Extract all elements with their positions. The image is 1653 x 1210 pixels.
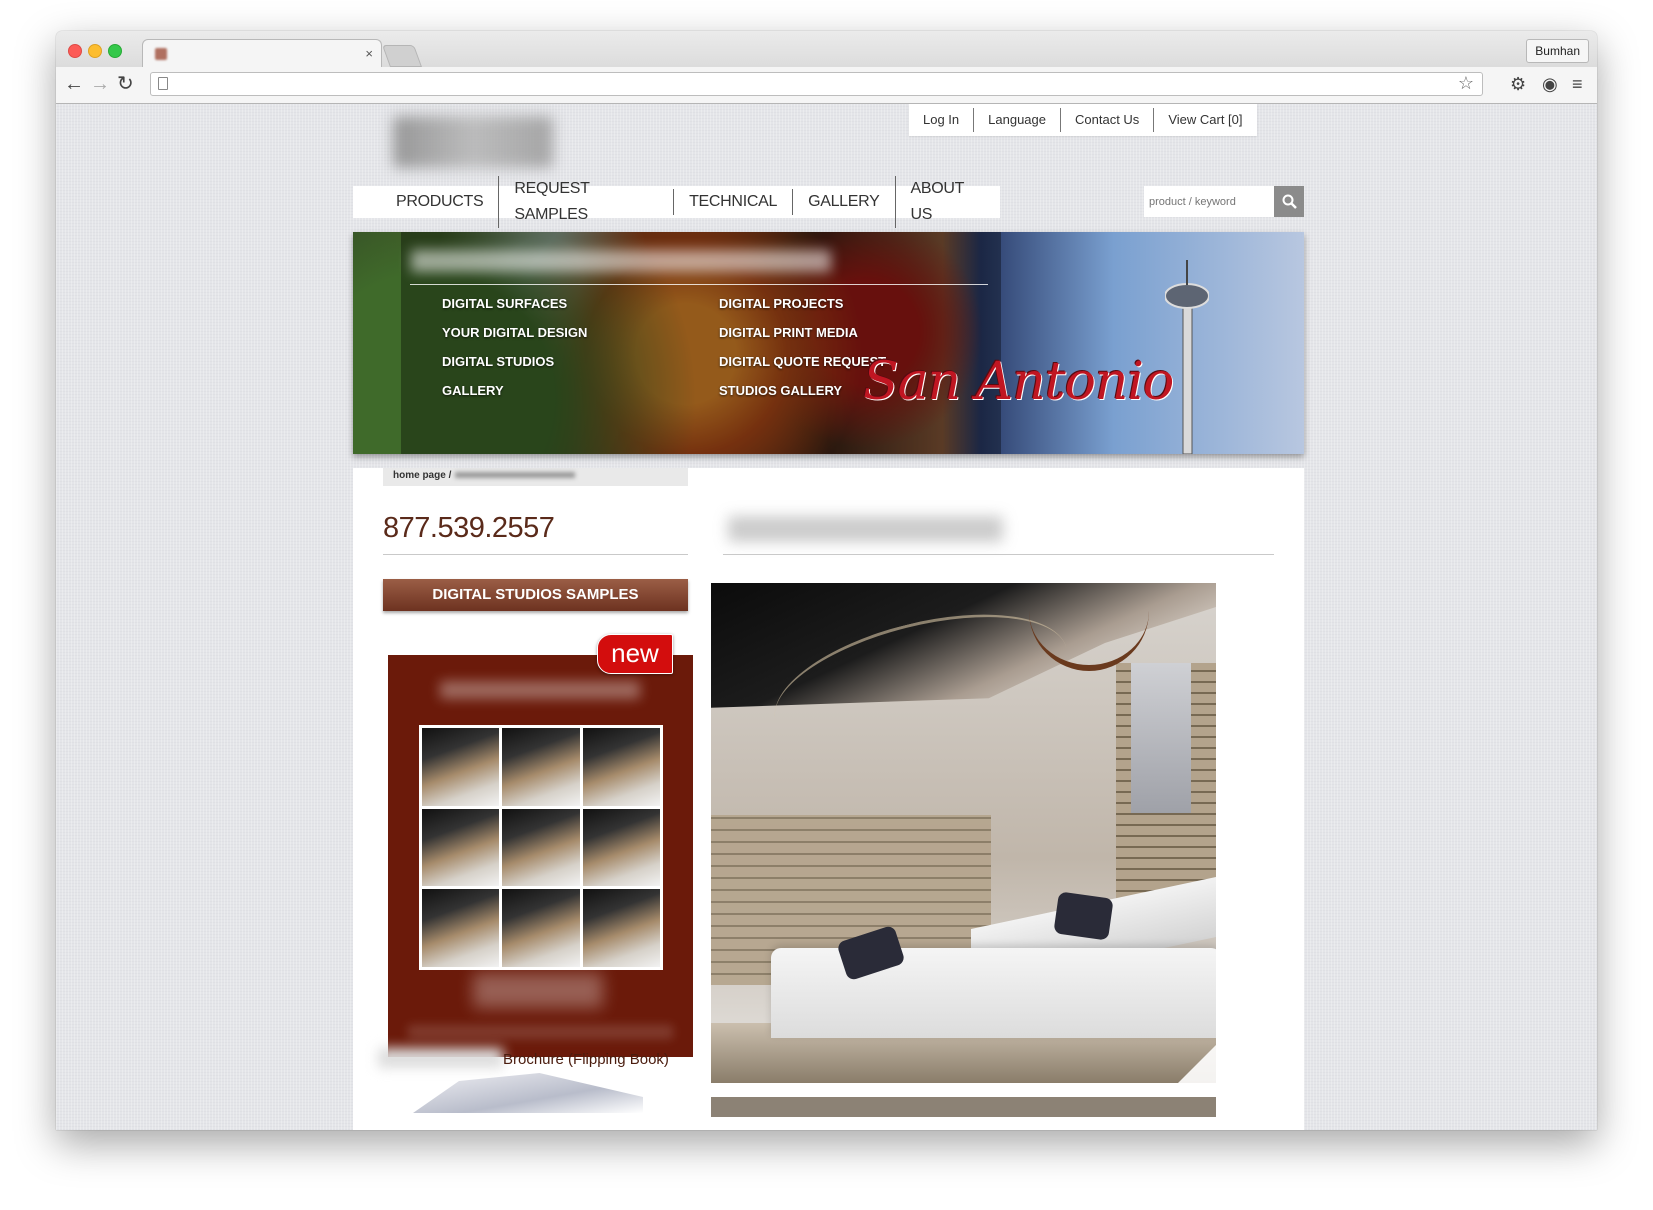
browser-window: × Bumhan ← → ↻ ☆ ⚙ ◉ ≡ Log In Language C… — [56, 31, 1597, 1130]
sofa — [771, 948, 1216, 1038]
banner-title — [411, 250, 831, 272]
nav-products[interactable]: PRODUCTS — [353, 189, 498, 215]
browser-tab[interactable]: × — [142, 39, 382, 68]
promo-brochure-card[interactable] — [388, 655, 693, 1057]
banner-link-gallery[interactable]: GALLERY — [442, 383, 504, 398]
main-product-image[interactable] — [711, 583, 1216, 1083]
tab-close-icon[interactable]: × — [365, 46, 373, 61]
grid-tile — [502, 808, 580, 887]
utility-nav: Log In Language Contact Us View Cart [0] — [909, 104, 1257, 136]
grid-tile — [502, 889, 580, 967]
promo-subtitle — [473, 973, 603, 1008]
banner-link-digital-projects[interactable]: DIGITAL PROJECTS — [719, 296, 843, 311]
breadcrumb-current — [455, 472, 576, 479]
search-input[interactable] — [1144, 186, 1274, 217]
forward-arrow-icon[interactable]: → — [90, 73, 110, 95]
new-tab-button[interactable] — [381, 45, 423, 67]
window-blinds — [1131, 663, 1191, 813]
minimize-window-button[interactable] — [88, 44, 102, 58]
banner-link-digital-print-media[interactable]: DIGITAL PRINT MEDIA — [719, 325, 858, 340]
browser-toolbar: ← → ↻ ☆ ⚙ ◉ ≡ — [56, 67, 1597, 104]
banner-link-digital-quote-request[interactable]: DIGITAL QUOTE REQUEST — [719, 354, 886, 369]
banner-link-studios-gallery[interactable]: STUDIOS GALLERY — [719, 383, 842, 398]
zoom-window-button[interactable] — [108, 44, 122, 58]
language-link[interactable]: Language — [973, 108, 1060, 132]
close-window-button[interactable] — [68, 44, 82, 58]
second-product-image[interactable] — [711, 1097, 1216, 1117]
breadcrumb-home-link[interactable]: home page / — [393, 470, 451, 481]
settings-gear-icon[interactable]: ⚙ — [1510, 73, 1526, 95]
menu-icon[interactable]: ≡ — [1572, 73, 1583, 95]
banner-link-digital-surfaces[interactable]: DIGITAL SURFACES — [442, 296, 567, 311]
view-cart-link[interactable]: View Cart [0] — [1153, 108, 1256, 132]
left-divider — [383, 554, 688, 555]
banner-link-digital-studios[interactable]: DIGITAL STUDIOS — [442, 354, 554, 369]
title-bar: × Bumhan — [56, 31, 1597, 68]
pillow — [1053, 891, 1114, 941]
pocket-icon[interactable]: ◉ — [1542, 73, 1558, 95]
hero-banner: DIGITAL SURFACES YOUR DIGITAL DESIGN DIG… — [353, 232, 1304, 454]
page-viewport: Log In Language Contact Us View Cart [0]… — [56, 104, 1597, 1130]
right-divider — [723, 554, 1274, 555]
nav-request-samples[interactable]: REQUEST SAMPLES — [498, 176, 673, 228]
next-slide-icon[interactable] — [1178, 1045, 1216, 1083]
back-arrow-icon[interactable]: ← — [64, 73, 84, 95]
site-container: Log In Language Contact Us View Cart [0]… — [353, 104, 1304, 1130]
digital-studios-samples-button[interactable]: DIGITAL STUDIOS SAMPLES — [383, 579, 688, 611]
banner-divider — [410, 284, 988, 285]
nav-gallery[interactable]: GALLERY — [792, 189, 894, 215]
address-bar[interactable]: ☆ — [150, 72, 1483, 96]
brochure-prefix — [378, 1048, 503, 1068]
page-content: home page / 877.539.2557 DIGITAL STUDIOS… — [353, 468, 1304, 1130]
grid-tile — [422, 889, 500, 967]
main-nav: PRODUCTS REQUEST SAMPLES TECHNICAL GALLE… — [353, 176, 1000, 228]
search-icon — [1282, 194, 1297, 209]
page-heading — [728, 516, 1003, 542]
nav-about-us[interactable]: ABOUT US — [894, 176, 1001, 228]
site-search — [1144, 186, 1304, 218]
site-logo[interactable] — [393, 116, 553, 168]
favicon-icon — [155, 48, 167, 60]
flipping-book-image[interactable] — [413, 1073, 643, 1113]
grid-tile — [582, 728, 660, 806]
reload-icon[interactable]: ↻ — [117, 73, 134, 95]
nav-technical[interactable]: TECHNICAL — [673, 189, 792, 215]
page-icon — [158, 77, 168, 90]
breadcrumb: home page / — [383, 468, 688, 486]
phone-number: 877.539.2557 — [383, 512, 555, 544]
profile-button[interactable]: Bumhan — [1526, 39, 1589, 63]
bookmark-star-icon[interactable]: ☆ — [1458, 73, 1474, 94]
promo-footer — [408, 1025, 673, 1039]
grid-tile — [502, 728, 580, 806]
contact-us-link[interactable]: Contact Us — [1060, 108, 1153, 132]
search-button[interactable] — [1274, 186, 1304, 217]
promo-image-grid — [419, 725, 663, 970]
login-link[interactable]: Log In — [909, 108, 973, 132]
new-badge: new — [597, 634, 673, 674]
promo-title — [440, 681, 640, 699]
grid-tile — [422, 808, 500, 887]
grid-tile — [582, 808, 660, 887]
grid-tile — [582, 889, 660, 967]
banner-link-your-digital-design[interactable]: YOUR DIGITAL DESIGN — [442, 325, 587, 340]
grid-tile — [422, 728, 500, 806]
brochure-link[interactable]: Brochure (Flipping Book) — [503, 1051, 669, 1068]
san-antonio-script: San Antonio — [863, 352, 1174, 412]
